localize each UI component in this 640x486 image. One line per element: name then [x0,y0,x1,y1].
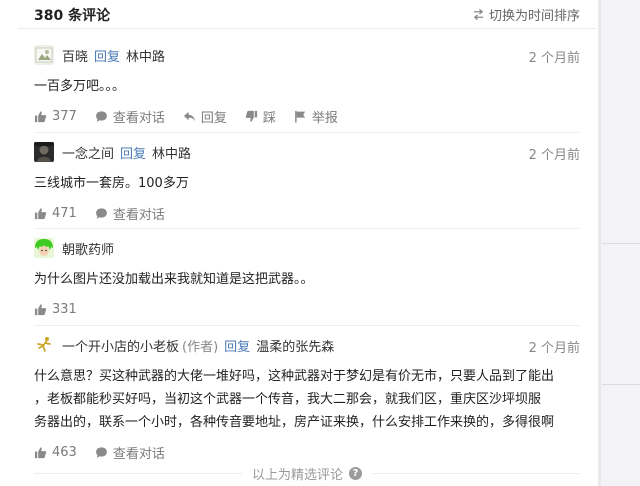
comments-header: 380 条评论 切换为时间排序 [18,0,596,29]
reply-target-user[interactable]: 林中路 [126,46,165,65]
view-conversation-label: 查看对话 [112,446,165,462]
featured-footer: 以上为精选评论 ? [18,464,596,483]
avatar[interactable] [34,335,54,355]
comment-text: 为什么图片还没加载出来我就知道是这把武器。。 [34,272,314,287]
featured-label: 以上为精选评论 [251,468,343,483]
thumbs-up-icon [34,446,47,458]
comment-text-line: 什么意思？买这种武器的大佬一堆好吗，这种武器对于梦幻是有价无市，只要人品到了能出 [34,369,555,384]
comment-text-line: 务器出的，联系一个小时，各种传音要地址，房产证来换，什么安排工作来换的，多得很啊 [34,415,555,430]
like-count: 463 [52,444,77,460]
comments-panel: 380 条评论 切换为时间排序 百晓 回复 林中路 2 个月前 一百多万吧。。。… [18,0,596,486]
comment-item: 一个开小店的小老板 (作者) 回复 温柔的张先森 2 个月前 什么意思？买这种武… [34,334,580,462]
flag-icon [294,110,306,123]
thumbs-down-icon [245,110,257,122]
avatar[interactable] [34,238,54,258]
right-sidebar-edge [598,0,640,486]
reply-word: 回复 [224,339,251,355]
comment-item: 朝歌药师 为什么图片还没加载出来我就知道是这把武器。。 331 [34,237,580,318]
comment-item: 百晓 回复 林中路 2 个月前 一百多万吧。。。 377 查看对话 回复 踩 举… [34,44,580,126]
reply-target-user[interactable]: 温柔的张先森 [256,336,334,355]
like-count: 331 [52,301,77,317]
username[interactable]: 朝歌药师 [62,239,114,258]
comment-divider [34,132,580,133]
sidebar-border [598,0,601,486]
chat-bubble-icon [95,207,107,219]
report-label: 举报 [311,110,338,126]
sort-toggle-button[interactable]: 切换为时间排序 [472,5,580,24]
reply-button[interactable]: 回复 [183,107,227,126]
comment-item: 一念之间 回复 林中路 2 个月前 三线城市一套房。100多万 471 查看对话 [34,141,580,223]
help-icon[interactable]: ? [349,467,362,480]
author-badge: (作者) [182,339,219,355]
comment-text: 什么意思？买这种武器的大佬一堆好吗，这种武器对于梦幻是有价无市，只要人品到了能出… [34,365,580,434]
chat-bubble-icon [95,446,107,458]
avatar[interactable] [34,142,54,162]
comment-text: 一百多万吧。。。 [34,79,126,94]
reply-arrow-icon [183,111,195,121]
reply-word: 回复 [94,49,121,65]
dislike-button[interactable]: 踩 [245,107,276,126]
like-count: 471 [52,205,77,221]
like-button[interactable]: 471 [34,206,77,221]
sort-toggle-label: 切换为时间排序 [488,9,580,24]
view-conversation-label: 查看对话 [112,207,165,223]
comment-count: 380 条评论 [34,8,111,24]
username[interactable]: 百晓 [62,46,88,65]
thumbs-up-icon [34,303,47,315]
left-gutter [0,0,18,486]
view-conversation-link[interactable]: 查看对话 [95,107,165,126]
like-button[interactable]: 377 [34,109,77,124]
reply-target-user[interactable]: 林中路 [152,143,191,162]
like-count: 377 [52,108,77,124]
avatar[interactable] [34,45,54,65]
thumbs-up-icon [34,207,47,219]
view-conversation-label: 查看对话 [112,110,165,126]
comment-time: 2 个月前 [528,341,580,356]
sidebar-rule [602,243,640,244]
report-button[interactable]: 举报 [294,107,338,126]
view-conversation-link[interactable]: 查看对话 [95,443,165,462]
comment-time: 2 个月前 [528,148,580,163]
comment-time: 2 个月前 [528,51,580,66]
username[interactable]: 一个开小店的小老板 [62,336,179,355]
thumbs-up-icon [34,110,47,122]
username[interactable]: 一念之间 [62,143,114,162]
view-conversation-link[interactable]: 查看对话 [95,204,165,223]
sidebar-rule [602,384,640,385]
reply-label: 回复 [200,110,227,126]
chat-bubble-icon [95,110,107,122]
swap-icon [473,8,484,21]
reply-word: 回复 [120,146,147,162]
dislike-label: 踩 [262,110,276,126]
comment-divider [34,228,580,229]
comment-divider [34,325,580,326]
like-button[interactable]: 463 [34,445,77,460]
like-button[interactable]: 331 [34,302,77,317]
comment-text: 三线城市一套房。100多万 [34,176,189,191]
comment-text-line: ，老板都能秒买好吗，当初这个武器一个传音，我大二那会，就我们区，重庆区沙坪坝服 [34,392,542,407]
